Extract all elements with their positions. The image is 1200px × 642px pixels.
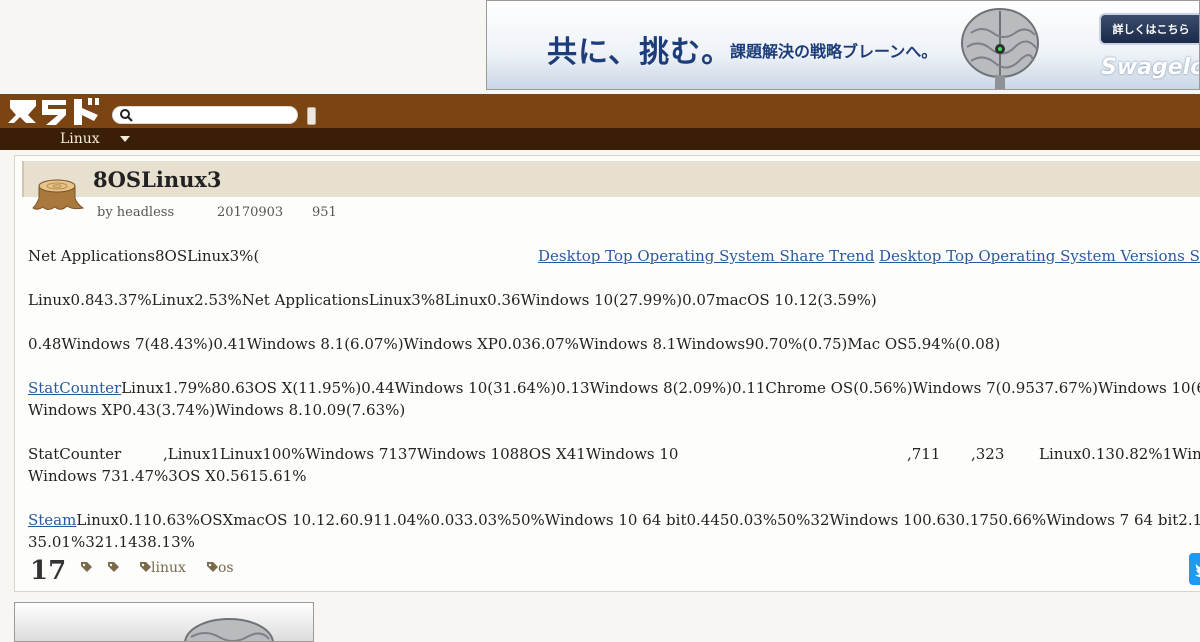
steam-link[interactable]: Steam [28, 511, 76, 529]
ad-banner[interactable]: 共に、挑む。 課題解決の戦略ブレーンへ。 詳しくはこちら Swagelok [486, 0, 1200, 90]
tag-item[interactable] [108, 560, 119, 576]
tag-icon [81, 562, 92, 572]
comment-count[interactable]: 17 [30, 556, 66, 586]
story-paragraph: Linux0.843.37%Linux2.53%Net Applications… [28, 291, 877, 309]
story-paragraph: StatCounterLinux1.79%80.63OS X(11.95%)0.… [28, 377, 1200, 421]
paragraph-text: ,711 [907, 445, 941, 463]
paragraph-line: Windows 731.47%3OS X0.5615.61% [28, 467, 307, 485]
paragraph-text: Linux0.110.63%OSXmacOS 10.12.60.911.04%0… [76, 511, 1200, 529]
twitter-share-button[interactable] [1189, 553, 1200, 585]
tag-item-os[interactable]: os [207, 560, 234, 576]
paragraph-line: StatCounterLinux1.79%80.63OS X(11.95%)0.… [28, 377, 1200, 399]
ad-subline: 課題解決の戦略ブレーンへ。 [730, 42, 938, 61]
story-paragraph: SteamLinux0.110.63%OSXmacOS 10.12.60.911… [28, 509, 1200, 553]
tree-stump-icon [32, 179, 85, 210]
search-submit-button[interactable] [307, 107, 316, 125]
paragraph-line: StatCounter ,Linux1Linux100%Windows 7137… [28, 443, 1200, 465]
story-card: 8OSLinux3 by headless 20170903 951 Net A… [14, 155, 1200, 592]
story-paragraph: StatCounter ,Linux1Linux100%Windows 7137… [28, 443, 1200, 487]
tag-label: os [218, 560, 234, 576]
section-label-linux[interactable]: Linux [60, 131, 100, 147]
ad-cta-button[interactable]: 詳しくはこちら [1099, 13, 1199, 45]
statcounter-link[interactable]: StatCounter [28, 379, 121, 397]
paragraph-text: Linux1.79%80.63OS X(11.95%)0.44Windows 1… [121, 379, 1200, 397]
srad-logo-icon[interactable] [8, 95, 104, 127]
tag-icon [108, 562, 119, 572]
ad-brand-logo: Swagelok [1101, 55, 1199, 80]
search-icon [120, 109, 133, 122]
brain-illustration-icon [961, 8, 1039, 89]
story-title[interactable]: 8OSLinux3 [93, 167, 221, 192]
brain-illustration-icon [184, 618, 274, 641]
share-trend-link[interactable]: Desktop Top Operating System Share Trend [538, 245, 874, 267]
story-paragraph: 0.48Windows 7(48.43%)0.41Windows 8.1(6.0… [28, 335, 1001, 353]
section-nav: Linux [0, 128, 1200, 150]
search-input[interactable] [137, 108, 293, 122]
tag-label: linux [151, 560, 186, 576]
tag-item-linux[interactable]: linux [140, 560, 186, 576]
story-paragraph: Net Applications8OSLinux3%( Desktop Top … [28, 245, 1200, 267]
paragraph-text: Linux0.130.82%1Windows [1039, 445, 1200, 463]
tag-item[interactable] [81, 560, 92, 576]
story-author[interactable]: by headless [97, 205, 174, 220]
chevron-down-icon[interactable] [120, 136, 130, 142]
header-bar [0, 94, 1200, 128]
tag-icon [140, 562, 151, 572]
paragraph-text: ,323 [971, 445, 1005, 463]
twitter-bird-icon [1195, 564, 1200, 578]
search-box[interactable] [112, 106, 298, 124]
paragraph-line: Windows XP0.43(3.74%)Windows 8.10.09(7.6… [28, 401, 406, 419]
paragraph-line: SteamLinux0.110.63%OSXmacOS 10.12.60.911… [28, 509, 1200, 531]
tag-icon [207, 562, 218, 572]
versions-share-link[interactable]: Desktop Top Operating System Versions Sh… [879, 245, 1200, 267]
ad-headline: 共に、挑む。 [547, 35, 733, 70]
story-date: 20170903 [217, 205, 284, 220]
next-story-thumbnail[interactable] [14, 602, 314, 642]
story-meta-count: 951 [312, 205, 337, 220]
paragraph-text: Net Applications8OSLinux3%( [28, 247, 260, 265]
paragraph-line: 35.01%321.1438.13% [28, 533, 195, 551]
paragraph-text: ,Linux1Linux100%Windows 7137Windows 1088… [163, 445, 679, 463]
paragraph-text: StatCounter [28, 445, 122, 463]
